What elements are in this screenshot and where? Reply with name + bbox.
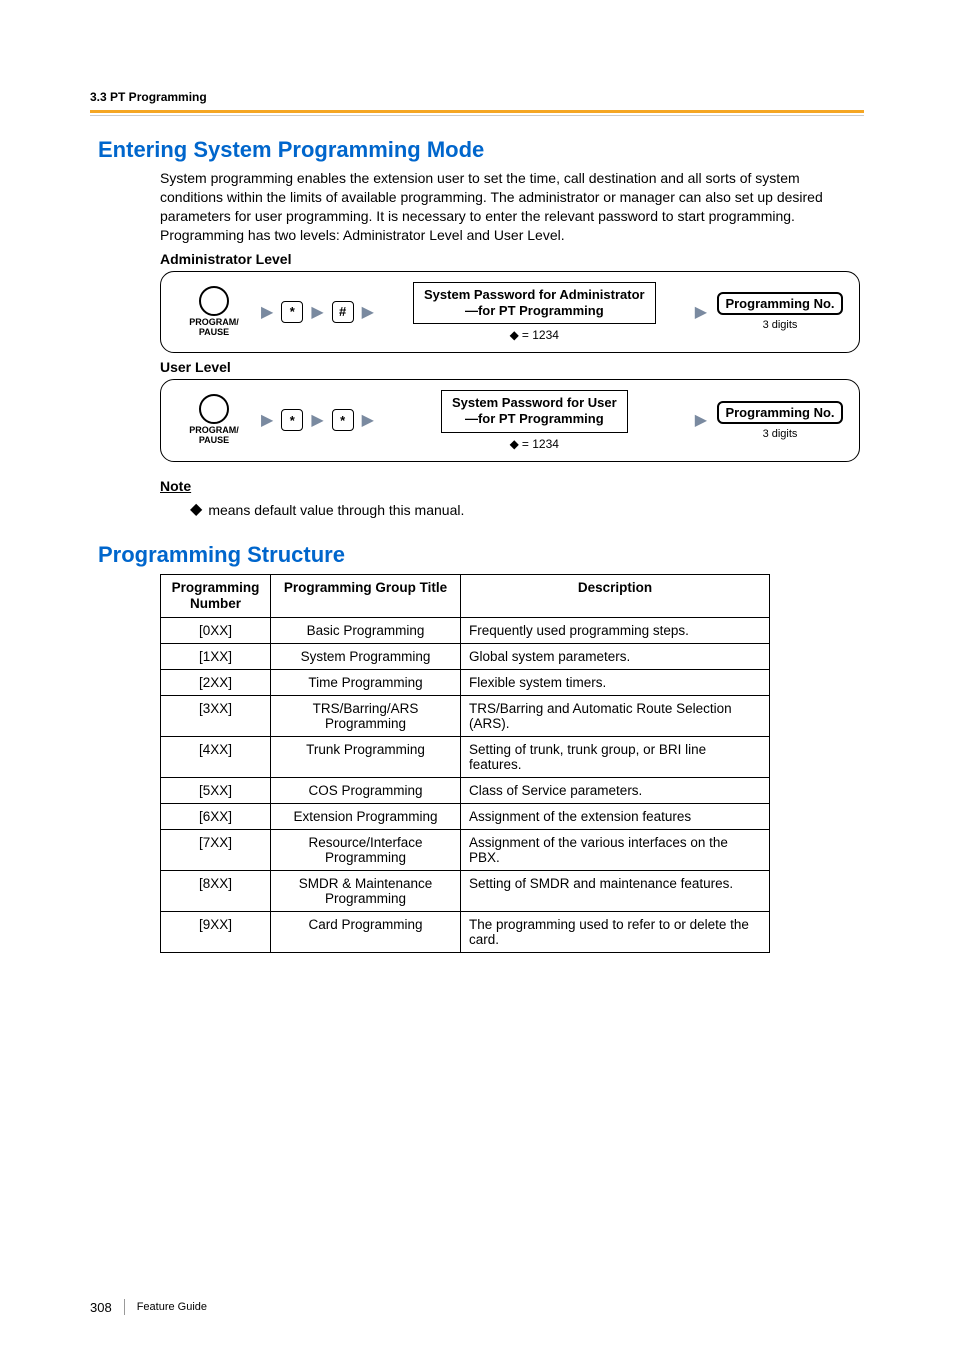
programming-no-sub: 3 digits (763, 428, 798, 440)
cell-title: COS Programming (271, 777, 461, 803)
breadcrumb: 3.3 PT Programming (90, 90, 864, 110)
col-header-title: Programming Group Title (271, 574, 461, 617)
note-line: ◆ means default value through this manua… (190, 502, 864, 518)
admin-password-block: System Password for Administrator —for P… (382, 282, 687, 343)
section-title-entering: Entering System Programming Mode (98, 137, 864, 163)
admin-level-label: Administrator Level (160, 251, 864, 267)
diamond-icon: ◆ (510, 329, 519, 341)
arrow-icon: ▶ (259, 302, 275, 322)
user-level-label: User Level (160, 359, 864, 375)
program-pause-key: PROGRAM/ PAUSE (175, 394, 253, 446)
default-value-text: = 1234 (522, 437, 559, 451)
table-row: [8XX]SMDR & Maintenance ProgrammingSetti… (161, 870, 770, 911)
table-row: [4XX]Trunk ProgrammingSetting of trunk, … (161, 736, 770, 777)
default-value-text: = 1234 (522, 328, 559, 342)
cell-title: Card Programming (271, 911, 461, 952)
user-default-value: ◆ = 1234 (510, 437, 559, 451)
programming-no-sub: 3 digits (763, 319, 798, 331)
program-pause-icon (199, 394, 229, 424)
programming-structure-table: Programming Number Programming Group Tit… (160, 574, 770, 953)
table-row: [2XX]Time ProgrammingFlexible system tim… (161, 669, 770, 695)
arrow-icon: ▶ (309, 302, 325, 322)
cell-description: Setting of SMDR and maintenance features… (461, 870, 770, 911)
diamond-icon: ◆ (510, 438, 519, 450)
user-sequence-diagram: PROGRAM/ PAUSE ▶ * ▶ * ▶ System Password… (160, 379, 860, 462)
cell-description: Frequently used programming steps. (461, 617, 770, 643)
cell-description: Global system parameters. (461, 643, 770, 669)
user-password-block: System Password for User —for PT Program… (382, 390, 687, 451)
arrow-icon: ▶ (693, 410, 709, 430)
cell-title: System Programming (271, 643, 461, 669)
arrow-icon: ▶ (360, 302, 376, 322)
cell-description: Setting of trunk, trunk group, or BRI li… (461, 736, 770, 777)
doc-title: Feature Guide (137, 1301, 207, 1313)
cell-title: Trunk Programming (271, 736, 461, 777)
cell-description: Assignment of the various interfaces on … (461, 829, 770, 870)
user-password-box: System Password for User —for PT Program… (441, 390, 628, 433)
section-title-structure: Programming Structure (98, 542, 864, 568)
cell-description: TRS/Barring and Automatic Route Selectio… (461, 695, 770, 736)
program-pause-label: PROGRAM/ PAUSE (189, 318, 239, 338)
diamond-icon: ◆ (190, 502, 202, 518)
cell-number: [5XX] (161, 777, 271, 803)
table-row: [6XX]Extension ProgrammingAssignment of … (161, 803, 770, 829)
arrow-icon: ▶ (360, 410, 376, 430)
cell-number: [7XX] (161, 829, 271, 870)
arrow-icon: ▶ (259, 410, 275, 430)
cell-title: Time Programming (271, 669, 461, 695)
program-pause-icon (199, 286, 229, 316)
cell-number: [1XX] (161, 643, 271, 669)
program-pause-key: PROGRAM/ PAUSE (175, 286, 253, 338)
intro-paragraph: System programming enables the extension… (160, 169, 864, 245)
admin-password-line2: —for PT Programming (424, 303, 645, 319)
user-password-line1: System Password for User (452, 395, 617, 411)
note-heading: Note (160, 478, 864, 494)
hash-key: # (332, 301, 354, 323)
programming-no-box: Programming No. (717, 292, 842, 315)
cell-title: TRS/Barring/ARS Programming (271, 695, 461, 736)
program-pause-label: PROGRAM/ PAUSE (189, 426, 239, 446)
cell-description: Assignment of the extension features (461, 803, 770, 829)
cell-title: Basic Programming (271, 617, 461, 643)
cell-number: [9XX] (161, 911, 271, 952)
programming-no-block: Programming No. 3 digits (715, 292, 845, 331)
admin-default-value: ◆ = 1234 (510, 328, 559, 342)
cell-number: [4XX] (161, 736, 271, 777)
header-rule (90, 110, 864, 113)
user-password-line2: —for PT Programming (452, 411, 617, 427)
cell-number: [2XX] (161, 669, 271, 695)
admin-password-line1: System Password for Administrator (424, 287, 645, 303)
star-key: * (281, 301, 303, 323)
cell-description: Flexible system timers. (461, 669, 770, 695)
star-key: * (281, 409, 303, 431)
arrow-icon: ▶ (309, 410, 325, 430)
page-footer: 308 Feature Guide (90, 1299, 207, 1315)
page-number: 308 (90, 1300, 112, 1315)
cell-title: Extension Programming (271, 803, 461, 829)
admin-sequence-diagram: PROGRAM/ PAUSE ▶ * ▶ # ▶ System Password… (160, 271, 860, 354)
col-header-number: Programming Number (161, 574, 271, 617)
cell-number: [8XX] (161, 870, 271, 911)
table-row: [7XX]Resource/Interface ProgrammingAssig… (161, 829, 770, 870)
table-row: [5XX]COS ProgrammingClass of Service par… (161, 777, 770, 803)
cell-number: [3XX] (161, 695, 271, 736)
table-row: [0XX]Basic ProgrammingFrequently used pr… (161, 617, 770, 643)
footer-divider (124, 1299, 125, 1315)
cell-number: [0XX] (161, 617, 271, 643)
table-row: [9XX]Card ProgrammingThe programming use… (161, 911, 770, 952)
programming-no-block: Programming No. 3 digits (715, 401, 845, 440)
cell-description: The programming used to refer to or dele… (461, 911, 770, 952)
table-row: [3XX]TRS/Barring/ARS ProgrammingTRS/Barr… (161, 695, 770, 736)
table-row: [1XX]System ProgrammingGlobal system par… (161, 643, 770, 669)
col-header-description: Description (461, 574, 770, 617)
programming-no-box: Programming No. (717, 401, 842, 424)
cell-title: Resource/Interface Programming (271, 829, 461, 870)
arrow-icon: ▶ (693, 302, 709, 322)
note-text: means default value through this manual. (208, 502, 464, 518)
cell-title: SMDR & Maintenance Programming (271, 870, 461, 911)
cell-number: [6XX] (161, 803, 271, 829)
star-key: * (332, 409, 354, 431)
admin-password-box: System Password for Administrator —for P… (413, 282, 656, 325)
cell-description: Class of Service parameters. (461, 777, 770, 803)
